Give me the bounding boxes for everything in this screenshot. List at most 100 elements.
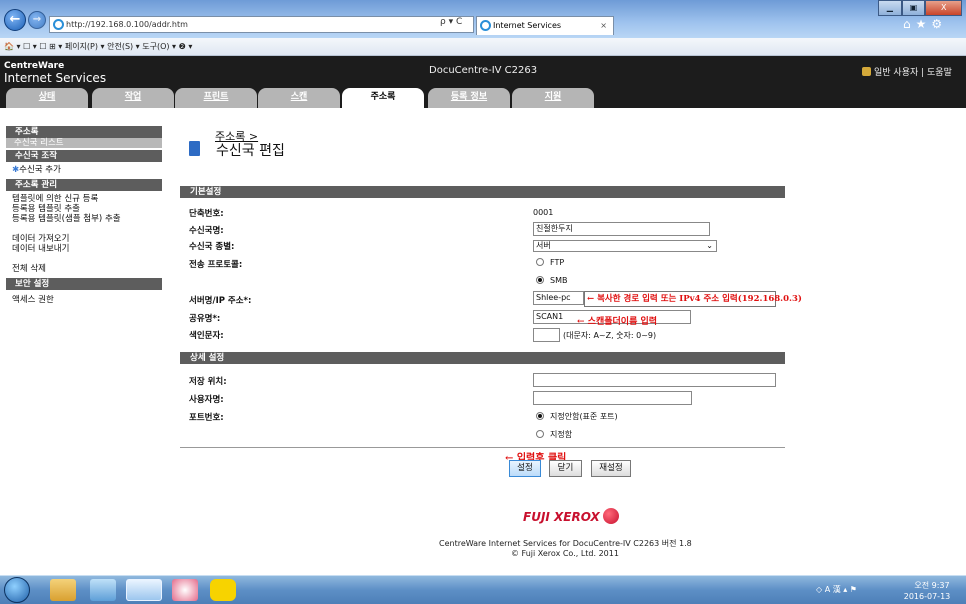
tab-properties[interactable]: 등록 정보 — [428, 88, 510, 108]
centreware-logo: CentreWare — [4, 61, 65, 71]
address-text: http://192.168.0.100/addr.htm — [66, 20, 188, 29]
tab-status[interactable]: 상태 — [6, 88, 88, 108]
centreware-logo-subtitle: Internet Services — [4, 71, 107, 85]
footer-version: CentreWare Internet Services for DocuCen… — [439, 539, 692, 548]
radio-checked-icon — [536, 276, 544, 284]
ie-icon — [480, 20, 491, 31]
kakaotalk-icon[interactable] — [210, 579, 236, 601]
clock-time[interactable]: 오전 9:37 — [914, 580, 950, 591]
window-controls: ▁ ▣ X — [878, 0, 963, 16]
server-input[interactable]: Shlee-pc — [533, 291, 584, 305]
radio-icon — [536, 258, 544, 266]
sidebar-item-delete-all[interactable]: 전체 삭제 — [6, 264, 162, 274]
detail-settings-header: 상세 설정 — [180, 352, 785, 364]
sidebar-section-operations: 수신국 조작 — [6, 150, 162, 162]
speed-dial-value: 0001 — [533, 208, 554, 217]
sidebar-item-template-register[interactable]: 템플릿에 의한 신규 등록 — [6, 194, 162, 204]
sidebar-section-addressbook: 주소록 — [6, 126, 162, 138]
footer-copyright: © Fuji Xerox Co., Ltd. 2011 — [511, 549, 619, 558]
username-input[interactable] — [533, 391, 692, 405]
speed-dial-label: 단축번호: — [189, 209, 224, 219]
fujixerox-logo: FUJI XEROX — [523, 508, 619, 524]
tab-jobs[interactable]: 작업 — [92, 88, 174, 108]
clock-date[interactable]: 2016-07-13 — [902, 592, 952, 601]
close-button[interactable]: 닫기 — [549, 460, 582, 477]
sidebar-item-template-sample-export[interactable]: 등록용 템플릿(샘플 첨부) 추출 — [6, 214, 162, 224]
index-char-label: 색인문자: — [189, 331, 224, 341]
sidebar-item-import-data[interactable]: 데이터 가져오기 — [6, 234, 162, 244]
save-location-input[interactable] — [533, 373, 776, 387]
app-icon[interactable] — [172, 579, 198, 601]
sidebar-item-label: 수신국 추가 — [19, 165, 61, 175]
logo-text: FUJI XEROX — [523, 510, 600, 524]
recipient-type-label: 수신국 종별: — [189, 242, 235, 252]
book-icon — [189, 141, 200, 156]
user-help-label[interactable]: 일반 사용자 | 도움말 — [874, 68, 952, 78]
protocol-ftp-radio[interactable]: FTP — [536, 258, 564, 267]
page-title: 수신국 편집 — [216, 143, 285, 159]
tab-close-icon[interactable]: × — [600, 17, 607, 35]
sidebar-item-add-recipient[interactable]: ✱수신국 추가 — [6, 165, 162, 175]
sidebar: 주소록 수신국 리스트 수신국 조작 ✱수신국 추가 주소록 관리 템플릿에 의… — [6, 126, 162, 305]
back-button[interactable]: ← — [4, 9, 26, 31]
recipient-name-input[interactable]: 친절한두지 — [533, 222, 710, 236]
home-favorites-tools-icons[interactable]: ⌂★⚙ — [903, 17, 947, 31]
browser-tab[interactable]: Internet Services × — [476, 16, 614, 35]
sidebar-item-template-export[interactable]: 등록용 템플릿 추출 — [6, 204, 162, 214]
sidebar-item-access-rights[interactable]: 액세스 권한 — [6, 295, 162, 305]
system-tray[interactable]: ◇ A 漢 ▴ ⚑ — [816, 584, 857, 595]
tab-support[interactable]: 지원 — [512, 88, 594, 108]
index-char-hint: (대문자: A~Z, 숫자: 0~9) — [563, 331, 657, 340]
form-divider — [180, 447, 785, 448]
address-controls[interactable]: ρ ▾ C — [440, 17, 462, 27]
index-char-input[interactable] — [533, 328, 560, 342]
recipient-name-label: 수신국명: — [189, 226, 224, 236]
chevron-down-icon: ⌄ — [706, 241, 713, 250]
reset-button[interactable]: 재설정 — [591, 460, 631, 477]
radio-label: 지정안함(표준 포트) — [550, 412, 618, 421]
maximize-button[interactable]: ▣ — [901, 0, 926, 16]
sidebar-item-recipient-list[interactable]: 수신국 리스트 — [6, 138, 162, 148]
radio-icon — [536, 430, 544, 438]
tab-title: Internet Services — [493, 21, 562, 30]
share-annotation: ← 스캔폴더이름 입력 — [577, 317, 658, 327]
network-icon[interactable] — [90, 579, 116, 601]
radio-checked-icon — [536, 412, 544, 420]
username-label: 사용자명: — [189, 395, 224, 405]
server-label: 서버명/IP 주소*: — [189, 296, 252, 306]
server-annotation: ← 복사한 경로 입력 또는 IPv4 주소 입력(192.168.0.3) — [584, 291, 802, 307]
command-bar[interactable]: 🏠 ▾ ☐ ▾ ☐ ⊞ ▾ 페이지(P) ▾ 안전(S) ▾ 도구(O) ▾ ❷… — [0, 38, 966, 56]
port-default-radio[interactable]: 지정안함(표준 포트) — [536, 411, 618, 422]
xerox-sphere-icon — [602, 508, 619, 524]
apply-button[interactable]: 설정 — [509, 460, 541, 477]
user-info[interactable]: 일반 사용자 | 도움말 — [862, 65, 952, 78]
start-button[interactable] — [4, 577, 30, 603]
recipient-type-value: 서버 — [536, 241, 551, 250]
minimize-button[interactable]: ▁ — [878, 0, 902, 16]
recipient-type-select[interactable]: 서버 ⌄ — [533, 240, 717, 252]
basic-settings-header: 기본설정 — [180, 186, 785, 198]
sidebar-item-export-data[interactable]: 데이터 내보내기 — [6, 244, 162, 254]
radio-label: SMB — [550, 276, 568, 285]
explorer-icon[interactable] — [50, 579, 76, 601]
user-icon — [862, 67, 871, 76]
tab-scan[interactable]: 스캔 — [258, 88, 340, 108]
share-name-label: 공유명*: — [189, 314, 221, 324]
port-specify-radio[interactable]: 지정함 — [536, 429, 572, 440]
device-name: DocuCentre-IV C2263 — [429, 65, 538, 76]
protocol-label: 전송 프로토콜: — [189, 260, 243, 270]
close-window-button[interactable]: X — [925, 0, 963, 16]
radio-label: FTP — [550, 258, 565, 267]
tab-addressbook[interactable]: 주소록 — [342, 88, 424, 108]
tab-print[interactable]: 프린트 — [175, 88, 257, 108]
address-bar[interactable]: http://192.168.0.100/addr.htm — [49, 16, 474, 33]
save-location-label: 저장 위치: — [189, 377, 227, 387]
forward-button[interactable]: → — [28, 11, 46, 29]
radio-label: 지정함 — [550, 430, 573, 439]
tab-underline — [0, 108, 966, 111]
ie-icon — [53, 19, 64, 30]
internet-explorer-icon[interactable] — [126, 579, 162, 601]
port-label: 포트번호: — [189, 413, 224, 423]
protocol-smb-radio[interactable]: SMB — [536, 276, 567, 285]
sidebar-section-manage: 주소록 관리 — [6, 179, 162, 191]
